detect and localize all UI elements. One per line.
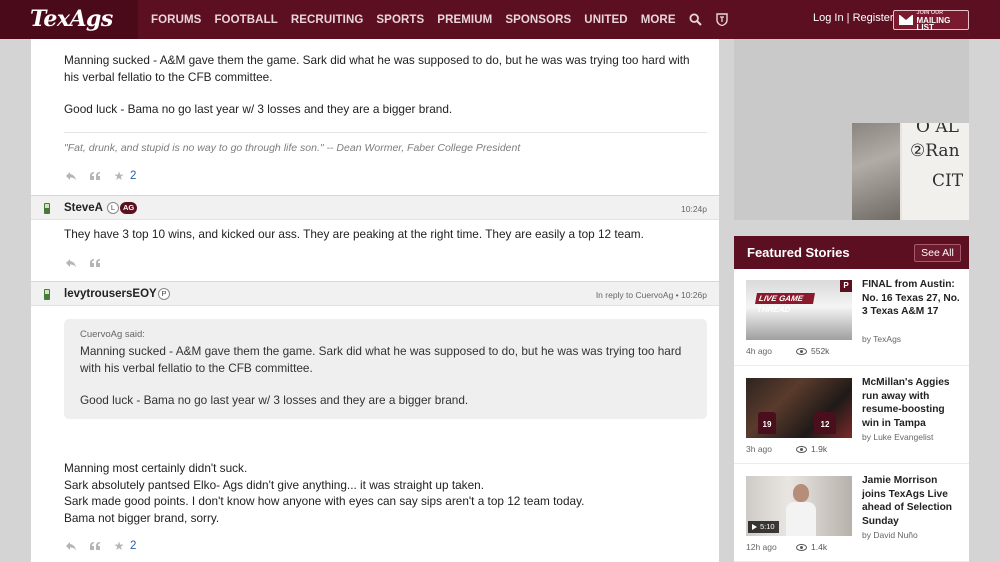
main-nav: FORUMS FOOTBALL RECRUITING SPORTS PREMIU… — [151, 0, 741, 39]
post-username[interactable]: levytrousersEOY — [64, 288, 157, 300]
shield-icon[interactable] — [715, 13, 729, 27]
star-icon[interactable]: ★ — [112, 539, 126, 553]
post-header: SteveA L AG 10:24p — [31, 195, 719, 220]
quote-icon[interactable] — [88, 540, 102, 552]
post-header: levytrousersEOY P In reply to CuervoAg •… — [31, 281, 719, 306]
video-duration: 5:10 — [760, 522, 775, 531]
search-icon[interactable] — [689, 13, 703, 27]
post-body-line: Manning most certainly didn't suck. — [64, 461, 248, 475]
post-actions: ★ 2 — [64, 169, 136, 183]
advertisement-image[interactable]: O AL ②Ran CIT — [852, 123, 969, 220]
story-views: 1.9k — [796, 444, 827, 454]
nav-football[interactable]: FOOTBALL — [214, 14, 277, 26]
quoted-post: CuervoAg said: Manning sucked - A&M gave… — [64, 319, 707, 419]
mailing-list-label: MAILING LIST — [916, 15, 951, 32]
premium-badge: P — [158, 288, 170, 300]
user-status-icon — [44, 203, 50, 214]
story-title[interactable]: Jamie Morrison joins TexAgs Live ahead o… — [862, 474, 962, 528]
nav-sports[interactable]: SPORTS — [376, 14, 424, 26]
reply-icon[interactable] — [64, 540, 78, 552]
story-author: by David Nuño — [862, 530, 918, 540]
login-link[interactable]: Log In — [813, 12, 844, 24]
star-count[interactable]: 2 — [130, 540, 136, 552]
quote-author[interactable]: CuervoAg said: — [80, 329, 145, 340]
reply-icon[interactable] — [64, 257, 78, 269]
nav-forums[interactable]: FORUMS — [151, 14, 201, 26]
featured-stories-title: Featured Stories — [747, 245, 850, 260]
eye-icon — [796, 543, 807, 551]
ad-sign-text: CIT — [932, 171, 964, 191]
nav-united[interactable]: UNITED — [584, 14, 627, 26]
post-actions — [64, 257, 102, 269]
nav-sponsors[interactable]: SPONSORS — [505, 14, 571, 26]
jersey-number: 19 — [758, 412, 776, 434]
nav-recruiting[interactable]: RECRUITING — [291, 14, 364, 26]
quote-icon[interactable] — [88, 257, 102, 269]
view-count: 552k — [811, 346, 830, 356]
story-time-ago: 12h ago — [746, 542, 777, 552]
quote-body-line: Manning sucked - A&M gave them the game.… — [80, 344, 682, 375]
post-time: 10:24p — [681, 204, 707, 214]
story-time-ago: 4h ago — [746, 346, 772, 356]
post-body-line: Sark made good points. I don't know how … — [64, 494, 585, 508]
nav-premium[interactable]: PREMIUM — [437, 14, 492, 26]
view-count: 1.9k — [811, 444, 828, 454]
view-count: 1.4k — [811, 542, 828, 552]
story-title[interactable]: McMillan's Aggies run away with resume-b… — [862, 376, 962, 430]
story-thumbnail[interactable]: LIVE GAME THREAD P — [746, 280, 852, 340]
story-views: 1.4k — [796, 542, 827, 552]
see-all-button[interactable]: See All — [914, 244, 961, 262]
story-time-ago: 3h ago — [746, 444, 772, 454]
reply-icon[interactable] — [64, 170, 78, 182]
post-body-line: They have 3 top 10 wins, and kicked our … — [64, 227, 644, 241]
thread-posts: Manning sucked - A&M gave them the game.… — [31, 39, 719, 562]
story-thumbnail[interactable]: 19 12 — [746, 378, 852, 438]
video-duration-badge[interactable]: 5:10 — [748, 521, 779, 533]
logo-container[interactable]: TexAgs — [0, 0, 138, 39]
signature-divider — [64, 132, 707, 133]
ad-sign-text: O AL — [916, 123, 959, 137]
auth-links: Log In | Register — [813, 12, 894, 24]
post-username[interactable]: SteveA — [64, 202, 103, 214]
story-author: by Luke Evangelist — [862, 432, 934, 442]
post-body-line: Sark absolutely pantsed Elko- Ags didn't… — [64, 478, 484, 492]
ad-sign-text: ②Ran — [910, 141, 960, 161]
story-card[interactable]: 19 12 McMillan's Aggies run away with re… — [734, 367, 969, 464]
register-link[interactable]: Register — [853, 12, 894, 24]
auth-separator: | — [846, 12, 850, 24]
eye-icon — [796, 347, 807, 355]
user-status-icon — [44, 289, 50, 300]
star-count[interactable]: 2 — [130, 170, 136, 182]
nav-more[interactable]: MORE — [641, 14, 676, 26]
jersey-number: 12 — [814, 412, 836, 434]
legacy-badge: L — [107, 202, 119, 214]
featured-stories-panel: Featured Stories See All LIVE GAME THREA… — [734, 236, 969, 562]
story-author: by TexAgs — [862, 334, 902, 344]
quote-body-line: Good luck - Bama no go last year w/ 3 lo… — [80, 393, 469, 407]
post-actions: ★ 2 — [64, 539, 136, 553]
post-body-line: Bama not bigger brand, sorry. — [64, 511, 220, 525]
featured-stories-header: Featured Stories See All — [734, 236, 969, 269]
story-thumbnail[interactable]: 5:10 — [746, 476, 852, 536]
mailing-list-button[interactable]: JOIN OUR MAILING LIST — [893, 10, 969, 32]
envelope-icon — [899, 15, 913, 25]
story-views: 552k — [796, 346, 829, 356]
eye-icon — [796, 445, 807, 453]
star-icon[interactable]: ★ — [112, 169, 126, 183]
play-icon — [752, 524, 757, 530]
post-reply-time[interactable]: In reply to CuervoAg • 10:26p — [596, 290, 707, 300]
post-body-line: Good luck - Bama no go last year w/ 3 lo… — [64, 102, 453, 116]
live-game-thread-banner: LIVE GAME THREAD — [755, 293, 815, 314]
post-body-line: Manning sucked - A&M gave them the game.… — [64, 53, 690, 84]
story-card[interactable]: 5:10 Jamie Morrison joins TexAgs Live ah… — [734, 465, 969, 562]
premium-badge: P — [840, 280, 852, 292]
texags-logo[interactable]: TexAgs — [30, 6, 113, 32]
quote-icon[interactable] — [88, 170, 102, 182]
ag-badge: AG — [120, 202, 138, 214]
story-title[interactable]: FINAL from Austin: No. 16 Texas 27, No. … — [862, 278, 962, 319]
story-card[interactable]: LIVE GAME THREAD P FINAL from Austin: No… — [734, 269, 969, 366]
top-navigation-bar: TexAgs FORUMS FOOTBALL RECRUITING SPORTS… — [0, 0, 1000, 39]
post-signature: "Fat, drunk, and stupid is no way to go … — [64, 142, 521, 154]
